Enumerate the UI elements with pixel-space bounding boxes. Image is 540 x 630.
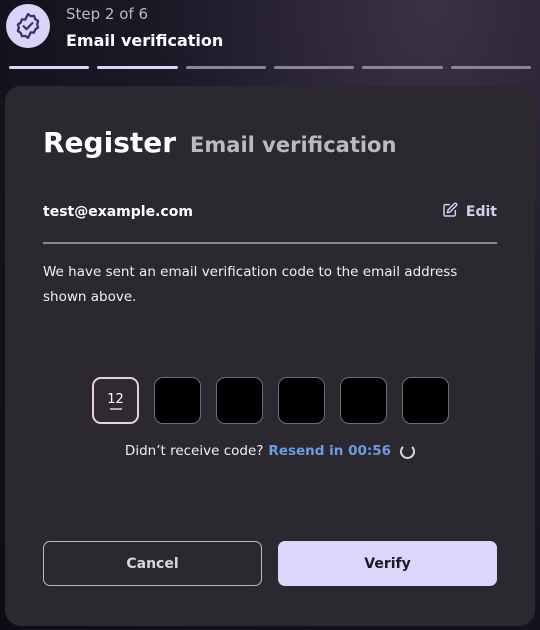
- badge-check-icon: [6, 4, 50, 48]
- code-digit-value: 12: [107, 391, 124, 407]
- progress-segment: [185, 66, 266, 69]
- email-row: test@example.com Edit: [43, 202, 497, 222]
- resend-row: Didn’t receive code? Resend in 00:56: [5, 443, 535, 459]
- edit-icon: [442, 202, 458, 222]
- progress-segment: [273, 66, 355, 69]
- step-progress-bar: [9, 66, 531, 70]
- verification-code-inputs: 12: [92, 377, 449, 424]
- text-caret: [109, 407, 122, 410]
- code-digit-input[interactable]: [340, 377, 387, 424]
- verification-card: Register Email verification test@example…: [5, 86, 535, 626]
- progress-segment: [97, 66, 178, 69]
- page-title: Register: [43, 126, 177, 159]
- progress-segment: [9, 66, 90, 69]
- card-heading: Register Email verification: [43, 126, 396, 159]
- code-digit-input[interactable]: [216, 377, 263, 424]
- step-counter: Step 2 of 6: [66, 5, 149, 23]
- code-digit-input[interactable]: 12: [92, 377, 139, 424]
- edit-label: Edit: [465, 204, 497, 220]
- resend-prompt: Didn’t receive code?: [124, 443, 264, 459]
- code-digit-input[interactable]: [402, 377, 449, 424]
- code-digit-input[interactable]: [278, 377, 325, 424]
- step-title: Email verification: [66, 31, 224, 50]
- page-subtitle: Email verification: [190, 133, 397, 157]
- loading-spinner-icon: [400, 443, 416, 459]
- instruction-text: We have sent an email verification code …: [43, 264, 458, 305]
- cancel-button[interactable]: Cancel: [43, 541, 262, 586]
- progress-segment: [450, 66, 531, 69]
- edit-email-button[interactable]: Edit: [442, 202, 497, 222]
- verify-button[interactable]: Verify: [278, 541, 497, 586]
- resend-code-link[interactable]: Resend in 00:56: [268, 443, 391, 459]
- divider: [43, 242, 497, 244]
- register-screen: Step 2 of 6 Email verification Register …: [0, 0, 540, 630]
- progress-segment: [362, 66, 443, 69]
- code-digit-input[interactable]: [154, 377, 201, 424]
- email-address: test@example.com: [43, 204, 193, 220]
